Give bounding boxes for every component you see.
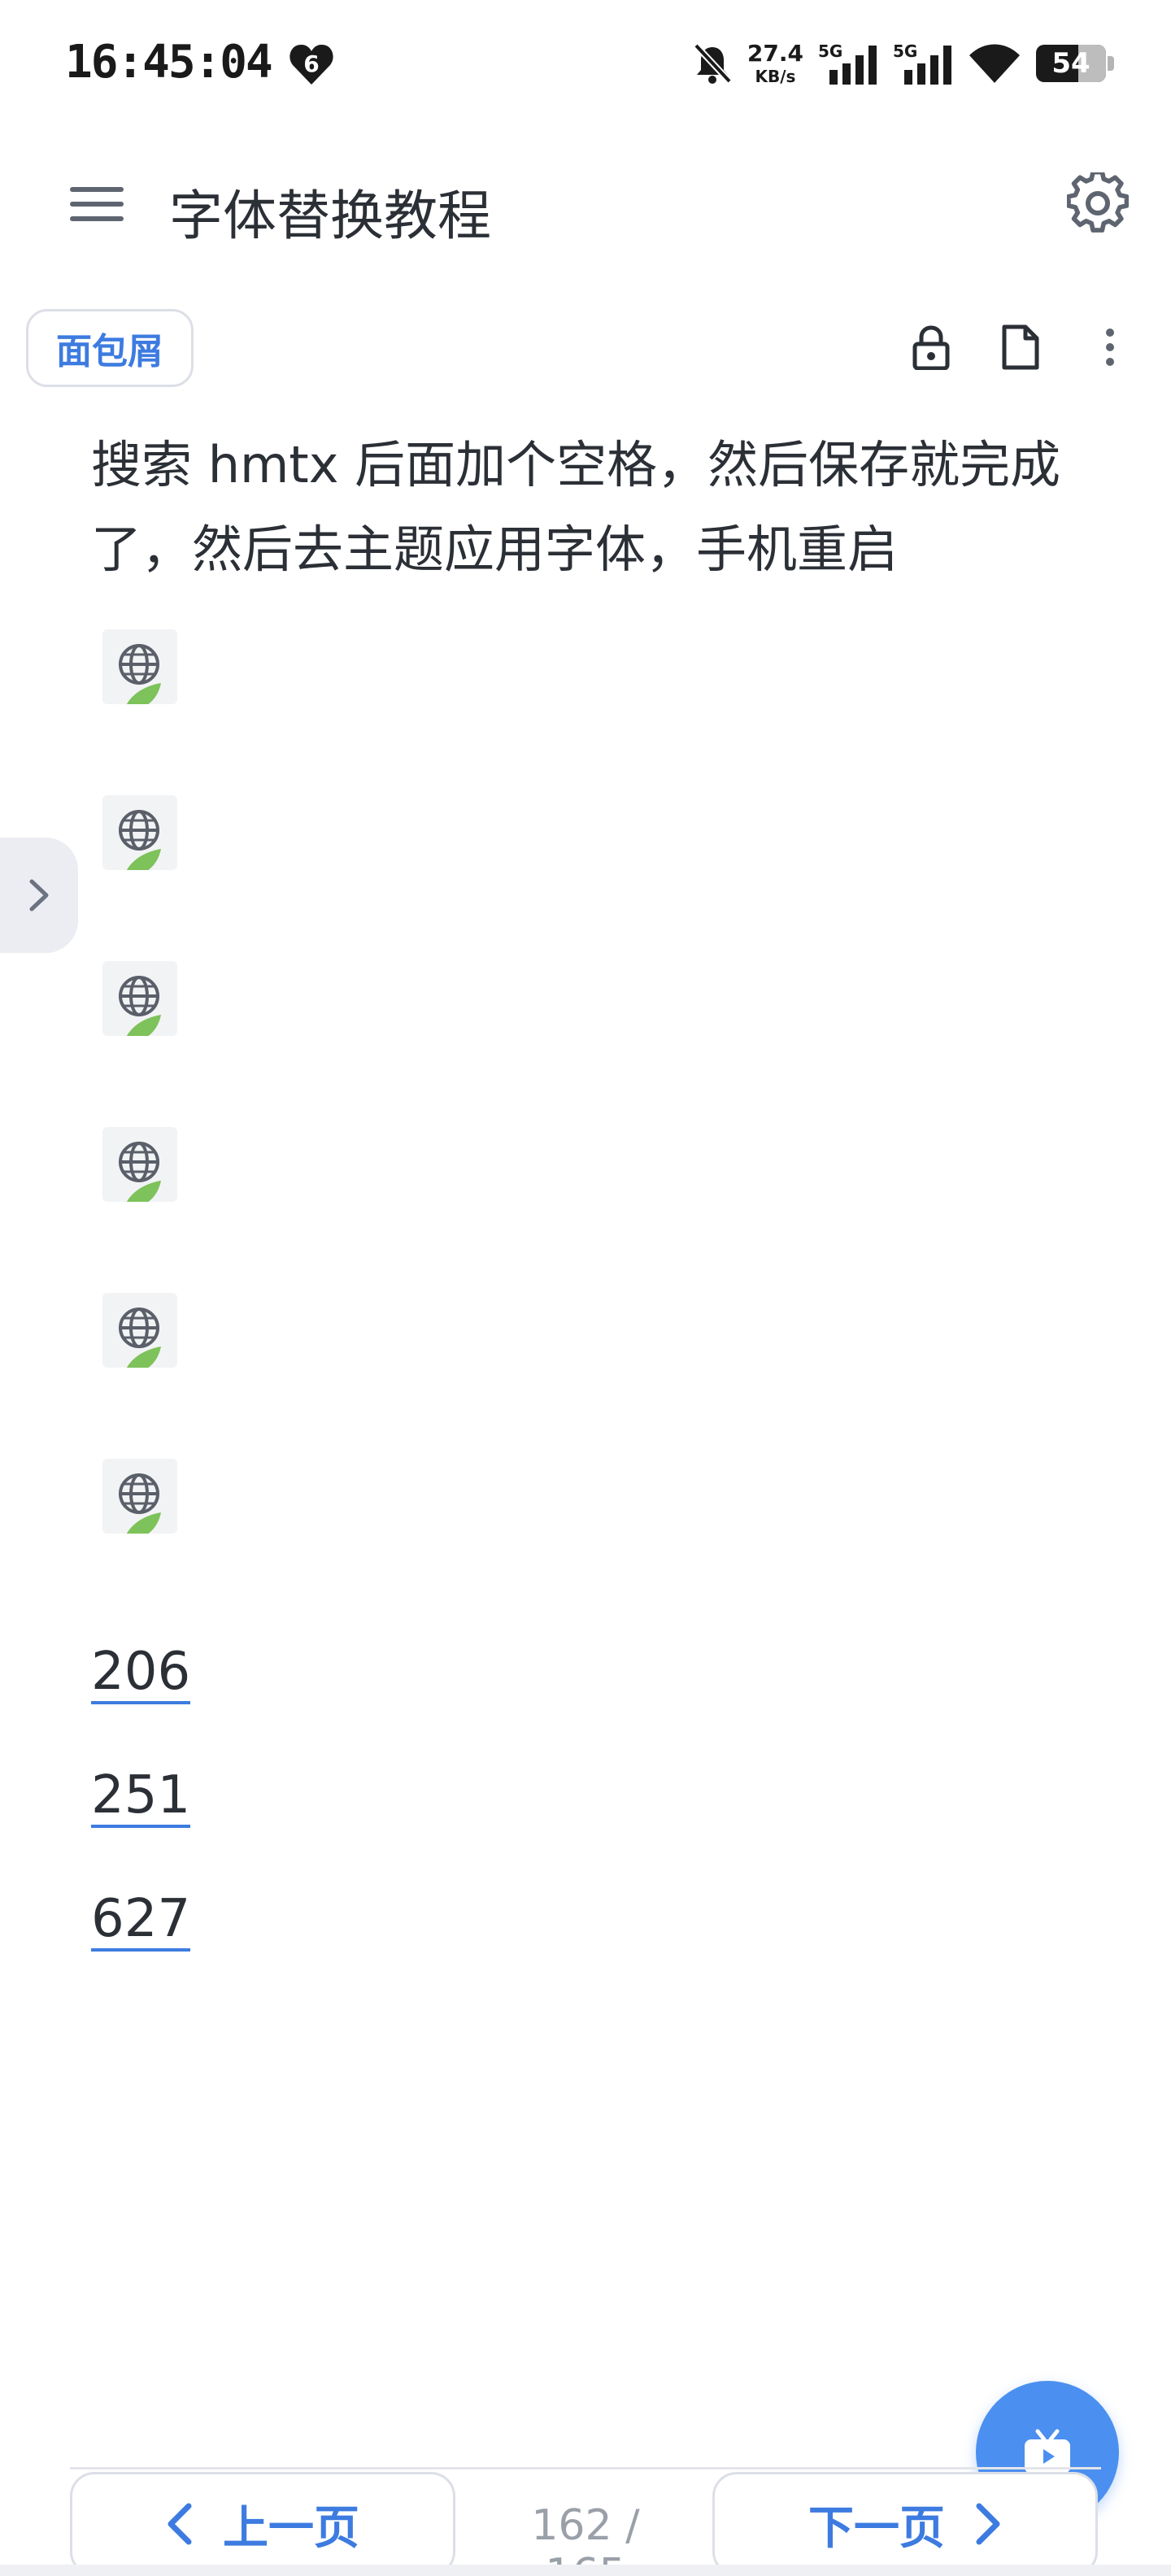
content-paragraph: 搜索 hmtx 后面加个空格，然后保存就完成了，然后去主题应用字体，手机重启	[91, 435, 1061, 579]
page-separator: /	[625, 2501, 640, 2550]
wifi-icon	[969, 44, 1020, 83]
broken-image-icon	[126, 1181, 161, 1202]
more-options-icon[interactable]	[1082, 319, 1138, 376]
signal-5g-icon-2: 5G	[893, 41, 951, 85]
chevron-right-icon	[976, 2503, 1000, 2545]
page-title: 字体替换教程	[169, 185, 491, 247]
status-time: 16:45:04	[65, 36, 273, 89]
battery-level: 54	[1051, 47, 1090, 80]
network-speed: 27.4 KB/s	[747, 42, 803, 85]
lock-icon[interactable]	[903, 319, 960, 376]
gesture-bar-area	[0, 2565, 1171, 2576]
prev-page-label: 上一页	[223, 2501, 359, 2555]
page: 16:45:04 6 27.4 KB/s 5G 5G 54 字体替换教程 面包屑…	[0, 0, 1171, 2576]
chevron-left-icon	[168, 2503, 192, 2545]
current-page: 162	[531, 2501, 612, 2550]
broken-image-icon	[126, 1347, 161, 1368]
status-icons: 27.4 KB/s 5G 5G 54	[692, 37, 1114, 89]
next-page-button[interactable]: 下一页	[712, 2472, 1098, 2576]
status-bar: 16:45:04 6 27.4 KB/s 5G 5G 54	[0, 0, 1171, 130]
network-speed-unit: KB/s	[755, 67, 796, 86]
image-placeholder[interactable]	[102, 961, 177, 1036]
side-drawer-toggle[interactable]	[0, 838, 78, 953]
battery-icon: 54	[1036, 45, 1114, 82]
link-251[interactable]: 251	[91, 1769, 191, 1828]
gear-icon[interactable]	[1067, 172, 1129, 234]
heart-badge-icon: 6	[289, 44, 333, 85]
link-206[interactable]: 206	[91, 1646, 191, 1704]
signal-5g-label: 5G	[818, 41, 842, 61]
breadcrumb-button[interactable]: 面包屑	[26, 309, 194, 387]
file-icon[interactable]	[992, 319, 1049, 376]
link-627[interactable]: 627	[91, 1893, 191, 1952]
menu-icon[interactable]	[68, 176, 125, 233]
signal-5g-icon: 5G	[818, 41, 877, 85]
toolbar-icons	[903, 319, 1138, 376]
prev-page-button[interactable]: 上一页	[70, 2472, 455, 2576]
network-speed-value: 27.4	[747, 40, 803, 67]
app-bar: 字体替换教程	[0, 146, 1171, 260]
chevron-right-icon	[29, 879, 49, 912]
broken-image-icon	[126, 683, 161, 704]
bottom-divider	[70, 2467, 1101, 2469]
image-placeholder[interactable]	[102, 795, 177, 870]
image-placeholder[interactable]	[102, 1127, 177, 1202]
broken-image-icon	[126, 849, 161, 870]
image-placeholder[interactable]	[102, 1459, 177, 1534]
mute-bell-icon	[693, 43, 732, 84]
image-placeholder[interactable]	[102, 1293, 177, 1368]
next-page-label: 下一页	[808, 2501, 945, 2555]
broken-image-icon	[126, 1512, 161, 1534]
tv-icon	[1025, 2429, 1070, 2474]
signal-5g-label-2: 5G	[893, 41, 917, 61]
heart-badge-count: 6	[303, 50, 319, 77]
broken-image-icon	[126, 1015, 161, 1036]
image-placeholder[interactable]	[102, 629, 177, 704]
